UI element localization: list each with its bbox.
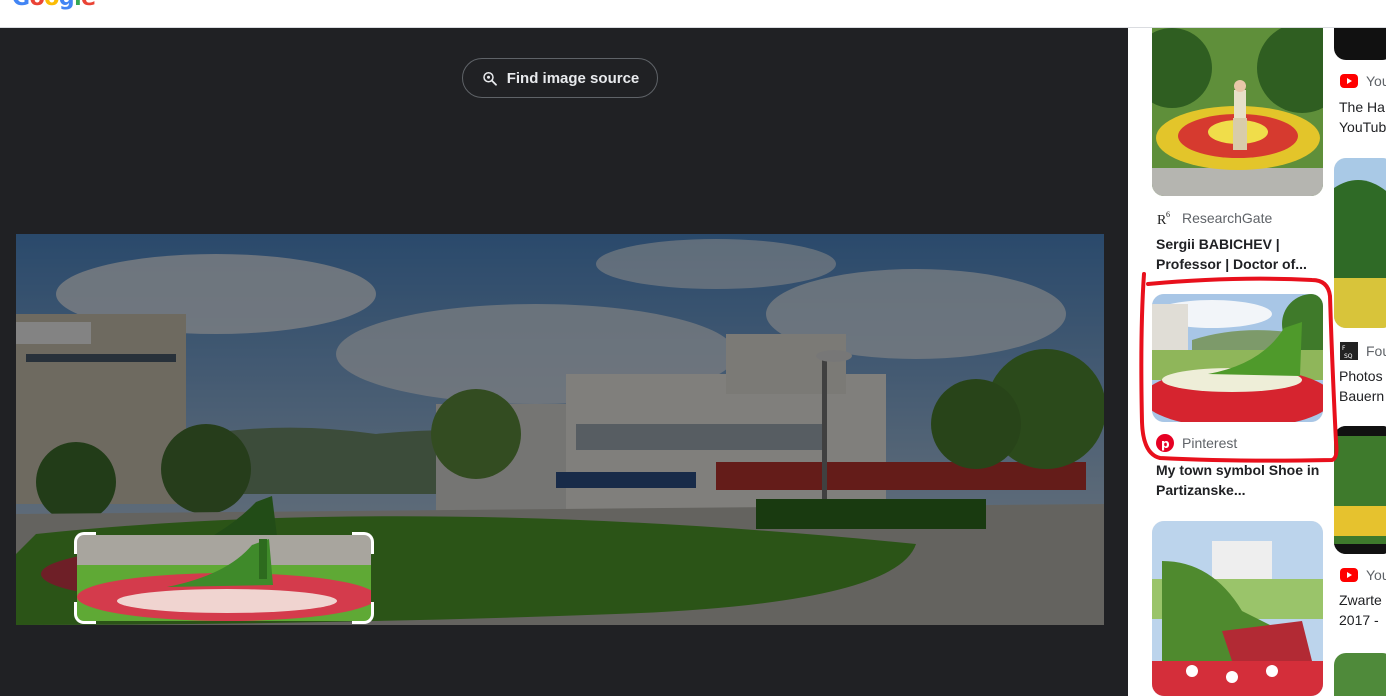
foursquare-icon: F SQ xyxy=(1340,342,1358,360)
crop-corner-top-right[interactable] xyxy=(352,532,374,554)
result-thumbnail[interactable] xyxy=(1334,158,1386,328)
result-card-youtube-2[interactable]: You Zwarte 2017 - Y xyxy=(1334,426,1386,636)
result-card-youtube-1[interactable]: You The Ha YouTub xyxy=(1334,28,1386,148)
result-thumbnail[interactable] xyxy=(1152,294,1323,422)
pinterest-icon: p xyxy=(1156,434,1174,452)
result-card-researchgate[interactable]: R6 ResearchGate Sergii BABICHEV | Profes… xyxy=(1128,28,1328,278)
find-image-source-label: Find image source xyxy=(506,69,640,87)
result-source-row[interactable]: p Pinterest xyxy=(1156,434,1237,452)
result-source-name: Fou xyxy=(1366,343,1386,359)
svg-text:p: p xyxy=(1161,437,1170,451)
crop-corner-bottom-right[interactable] xyxy=(352,602,374,624)
result-thumbnail[interactable] xyxy=(1152,28,1323,196)
result-source-name: Pinterest xyxy=(1182,435,1238,451)
result-source-row[interactable]: R6 ResearchGate xyxy=(1156,209,1272,227)
result-card-shoe[interactable] xyxy=(1128,521,1328,696)
svg-text:SQ: SQ xyxy=(1344,353,1353,360)
result-thumbnail[interactable] xyxy=(1334,28,1386,60)
result-source-name: You xyxy=(1366,73,1386,89)
svg-text:6: 6 xyxy=(1166,210,1170,219)
result-title[interactable]: My town symbol Shoe in Partizanske... xyxy=(1156,460,1324,500)
visual-matches-panel: R6 ResearchGate Sergii BABICHEV | Profes… xyxy=(1128,28,1386,696)
crop-region-image xyxy=(77,535,371,621)
result-source-name: You xyxy=(1366,567,1386,583)
thumbnail-image xyxy=(1334,426,1386,554)
result-card-pinterest[interactable]: p Pinterest My town symbol Shoe in Parti… xyxy=(1128,294,1328,504)
svg-text:F: F xyxy=(1342,345,1346,352)
result-source-name: ResearchGate xyxy=(1182,210,1273,226)
crop-corner-top-left[interactable] xyxy=(74,532,96,554)
thumbnail-image xyxy=(1152,294,1323,422)
result-source-row[interactable]: You xyxy=(1340,566,1386,584)
result-thumbnail[interactable] xyxy=(1152,521,1323,696)
result-source-row[interactable]: You xyxy=(1340,72,1386,90)
researchgate-icon: R6 xyxy=(1156,209,1174,227)
find-image-source-button[interactable]: Find image source xyxy=(462,58,658,98)
result-title[interactable]: Zwarte 2017 - Y xyxy=(1339,590,1386,630)
result-source-row[interactable]: FSQ Fou xyxy=(1340,342,1386,360)
youtube-icon xyxy=(1340,72,1358,90)
result-card-foursquare[interactable]: FSQ Fou Photos Bauern xyxy=(1334,158,1386,408)
result-thumbnail[interactable] xyxy=(1334,426,1386,554)
google-logo[interactable]: Google xyxy=(12,0,96,11)
thumbnail-image xyxy=(1152,521,1323,696)
lens-search-icon xyxy=(482,72,497,86)
crop-highlight xyxy=(77,535,371,621)
youtube-icon xyxy=(1340,566,1358,584)
top-bar: Google xyxy=(0,0,1386,28)
thumbnail-image xyxy=(1334,158,1386,328)
result-card-partial[interactable] xyxy=(1334,653,1386,696)
result-thumbnail[interactable] xyxy=(1334,653,1386,696)
thumbnail-image xyxy=(1152,28,1323,196)
crop-selection[interactable] xyxy=(74,532,374,624)
result-title[interactable]: Sergii BABICHEV | Professor | Doctor of.… xyxy=(1156,234,1324,274)
crop-corner-bottom-left[interactable] xyxy=(74,602,96,624)
result-title[interactable]: The Ha YouTub xyxy=(1339,97,1386,137)
result-title[interactable]: Photos Bauern xyxy=(1339,366,1386,406)
